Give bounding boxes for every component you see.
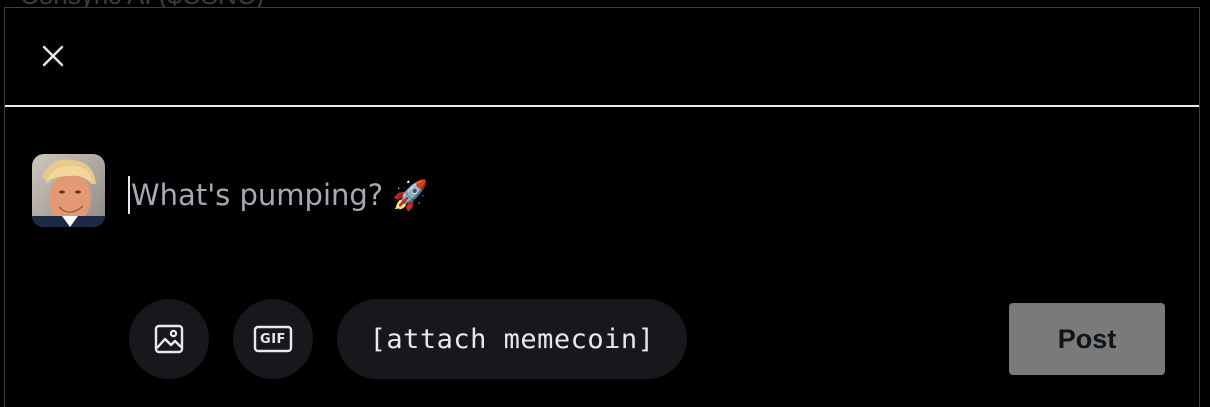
close-button[interactable] bbox=[33, 36, 73, 76]
compose-input[interactable] bbox=[131, 178, 831, 212]
post-button[interactable]: Post bbox=[1009, 303, 1165, 375]
text-caret bbox=[128, 176, 130, 214]
add-image-button[interactable] bbox=[129, 299, 209, 379]
user-avatar[interactable] bbox=[32, 154, 105, 227]
attach-memecoin-button[interactable]: [attach memecoin] bbox=[337, 299, 687, 379]
image-icon bbox=[154, 324, 184, 354]
add-gif-button[interactable]: GIF bbox=[233, 299, 313, 379]
close-icon bbox=[42, 45, 64, 67]
attach-memecoin-label: [attach memecoin] bbox=[369, 323, 655, 355]
gif-label: GIF bbox=[260, 331, 286, 347]
post-label: Post bbox=[1057, 323, 1117, 354]
modal-header bbox=[5, 8, 1199, 107]
composer bbox=[128, 172, 928, 218]
